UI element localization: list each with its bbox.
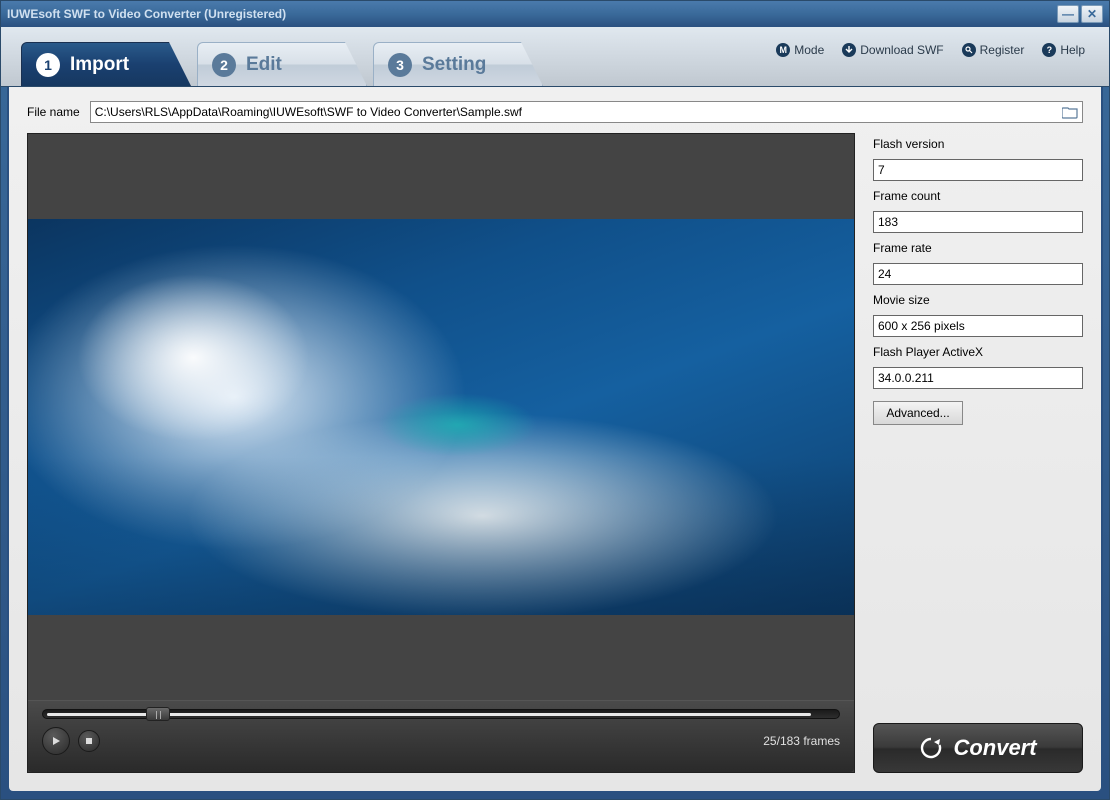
tab-setting[interactable]: 3 Setting <box>373 42 543 86</box>
convert-button[interactable]: Convert <box>873 723 1083 773</box>
movie-size-label: Movie size <box>873 293 1083 307</box>
app-window: IUWEsoft SWF to Video Converter (Unregis… <box>0 0 1110 800</box>
file-row: File name C:\Users\RLS\AppData\Roaming\I… <box>27 101 1083 123</box>
mode-icon: M <box>776 43 790 57</box>
tabbar: 1 Import 2 Edit 3 Setting M Mode Downloa… <box>1 27 1109 87</box>
convert-label: Convert <box>953 735 1036 761</box>
convert-icon <box>919 736 943 760</box>
help-label: Help <box>1060 43 1085 57</box>
tab-number-icon: 3 <box>388 53 412 77</box>
frame-rate-label: Frame rate <box>873 241 1083 255</box>
file-path-value: C:\Users\RLS\AppData\Roaming\IUWEsoft\SW… <box>95 105 522 119</box>
video-area <box>28 134 854 700</box>
file-name-label: File name <box>27 105 80 119</box>
tab-number-icon: 1 <box>36 53 60 77</box>
tab-label: Edit <box>246 54 282 76</box>
content-area: File name C:\Users\RLS\AppData\Roaming\I… <box>7 87 1103 793</box>
download-swf-button[interactable]: Download SWF <box>842 43 943 57</box>
frame-counter: 25/183 frames <box>763 734 840 748</box>
mode-button[interactable]: M Mode <box>776 43 824 57</box>
preview-player: 25/183 frames <box>27 133 855 773</box>
advanced-button[interactable]: Advanced... <box>873 401 963 425</box>
frame-count-field[interactable] <box>873 211 1083 233</box>
browse-icon[interactable] <box>1062 105 1078 119</box>
info-panel: Flash version Frame count Frame rate Mov… <box>873 133 1083 773</box>
seek-thumb[interactable] <box>146 707 170 721</box>
tab-label: Import <box>70 54 129 76</box>
flash-version-field[interactable] <box>873 159 1083 181</box>
key-icon <box>962 43 976 57</box>
seek-bar[interactable] <box>42 709 840 719</box>
player-controls: 25/183 frames <box>28 700 854 772</box>
main-row: 25/183 frames Flash version Frame count … <box>27 133 1083 773</box>
help-icon: ? <box>1042 43 1056 57</box>
frame-count-label: Frame count <box>873 189 1083 203</box>
frame-rate-field[interactable] <box>873 263 1083 285</box>
titlebar: IUWEsoft SWF to Video Converter (Unregis… <box>1 1 1109 27</box>
register-label: Register <box>980 43 1025 57</box>
tab-import[interactable]: 1 Import <box>21 42 191 86</box>
activex-field[interactable] <box>873 367 1083 389</box>
download-icon <box>842 43 856 57</box>
close-button[interactable]: ✕ <box>1081 5 1103 23</box>
tab-edit[interactable]: 2 Edit <box>197 42 367 86</box>
movie-size-field[interactable] <box>873 315 1083 337</box>
window-title: IUWEsoft SWF to Video Converter (Unregis… <box>7 7 286 21</box>
tab-label: Setting <box>422 54 486 76</box>
flash-version-label: Flash version <box>873 137 1083 151</box>
help-button[interactable]: ? Help <box>1042 43 1085 57</box>
play-button[interactable] <box>42 727 70 755</box>
minimize-button[interactable]: — <box>1057 5 1079 23</box>
activex-label: Flash Player ActiveX <box>873 345 1083 359</box>
download-label: Download SWF <box>860 43 943 57</box>
video-frame-image <box>28 219 854 615</box>
register-button[interactable]: Register <box>962 43 1025 57</box>
mode-label: Mode <box>794 43 824 57</box>
stop-button[interactable] <box>78 730 100 752</box>
file-path-input[interactable]: C:\Users\RLS\AppData\Roaming\IUWEsoft\SW… <box>90 101 1083 123</box>
tab-number-icon: 2 <box>212 53 236 77</box>
toolbar-right: M Mode Download SWF Register ? Help <box>776 43 1085 57</box>
